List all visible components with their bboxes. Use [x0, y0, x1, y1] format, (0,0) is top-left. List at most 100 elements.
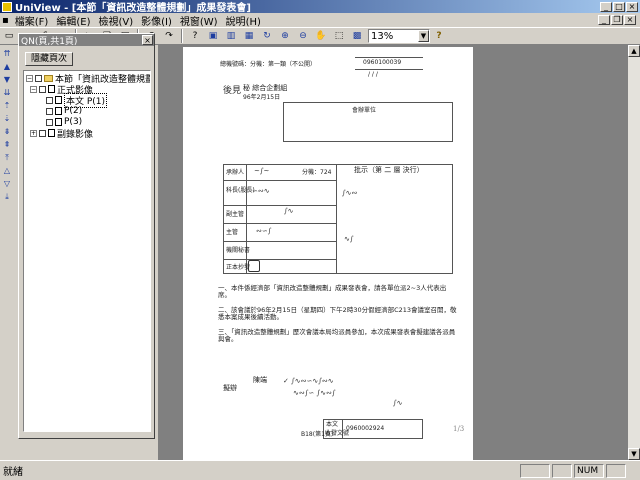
menu-item-file[interactable]: 檔案(F) [11, 13, 53, 28]
checkbox[interactable] [39, 85, 46, 93]
status-pane [552, 463, 572, 478]
doc-first-icon[interactable]: ⤒ [2, 152, 12, 163]
checkbox[interactable] [46, 96, 53, 104]
nav-next-icon[interactable]: ▼ [2, 74, 12, 85]
expand-icon[interactable]: ⇟ [2, 126, 12, 137]
scroll-up-icon[interactable]: ▲ [628, 45, 640, 57]
fit-width-icon[interactable]: ▥ [223, 29, 239, 44]
hand-icon[interactable]: ✋ [313, 29, 329, 44]
panel-close-icon[interactable]: × [142, 35, 153, 45]
zoom-out-icon[interactable]: ⊖ [295, 29, 311, 44]
menu-item-view[interactable]: 檢視(V) [94, 13, 137, 28]
menu-item-doc-icon[interactable]: ▪ [0, 15, 11, 26]
help-icon[interactable]: ? [431, 29, 447, 44]
title-bar: UniView - [本節「資訊改造整體規劃」成果發表會] _ □ × [0, 0, 640, 14]
row-label: 承辦人 [226, 169, 245, 176]
collapse-icon[interactable]: − [26, 74, 33, 82]
menu-item-window[interactable]: 視窗(W) [176, 13, 222, 28]
checkbox[interactable] [35, 74, 42, 82]
open-icon[interactable]: ▭ [1, 29, 17, 44]
nav-up-icon[interactable]: ⇡ [2, 100, 12, 111]
chevron-down-icon[interactable]: ▼ [418, 30, 429, 42]
folder-icon [44, 74, 53, 82]
app-icon [2, 1, 12, 12]
handwritten-signature: ∽∾∿ [252, 187, 270, 195]
zoom-value: 13% [371, 30, 394, 42]
menu-item-image[interactable]: 影像(I) [137, 13, 176, 28]
menu-item-help[interactable]: 說明(H) [222, 13, 265, 28]
doc-next-icon[interactable]: ▽ [2, 178, 12, 189]
document-icon [55, 96, 62, 104]
countersign-label: 會辦單位 [352, 107, 377, 114]
footer-doc-number: 0960002924 [346, 425, 385, 432]
row-label: 科長(股長) [226, 187, 255, 194]
tree-node-root[interactable]: − 本節「資訊改造整體規劃」成果 [26, 73, 150, 85]
handwritten-signature: ∫∿∾ [342, 189, 358, 197]
document-icon [48, 85, 55, 93]
doc-minimize-button[interactable]: _ [598, 15, 610, 25]
checkbox[interactable] [46, 118, 53, 126]
handwritten-note: ✓ ∫∿∾∽∿∫∾∿ [283, 377, 334, 385]
doc-date-line: 96年2月15日 [243, 94, 281, 101]
doc-item-3: 三、「資訊改造整體規劃」歷次會議本局均派員參加，本次成果發表會擬建議各派員與會。 [218, 328, 456, 343]
collapse-icon[interactable]: ⇞ [2, 139, 12, 150]
nav-first-icon[interactable]: ⇈ [2, 48, 12, 59]
tree-node-page-3[interactable]: P(3) [46, 117, 82, 127]
doc-prev-icon[interactable]: △ [2, 165, 12, 176]
num-lock-indicator: NUM [574, 463, 604, 478]
page-list-panel: QN(頁,共1頁) × 隱藏頁次 − 本節「資訊改造整體規劃」成果 − 正式影像… [18, 33, 155, 439]
actual-size-icon[interactable]: ▦ [241, 29, 257, 44]
row-label: 主管 [226, 229, 239, 236]
footer-box-label: 本文 [326, 421, 339, 428]
panel-title-bar: QN(頁,共1頁) × [19, 34, 154, 47]
tree-node-page-2[interactable]: P(2) [46, 106, 82, 116]
maximize-button[interactable]: □ [613, 1, 625, 12]
countersign-box: 會辦單位 [283, 102, 453, 142]
doc-number: 0960100039 [363, 59, 402, 66]
close-button[interactable]: × [626, 1, 638, 12]
expand-icon[interactable]: + [30, 129, 37, 137]
status-pane [520, 463, 550, 478]
doc-last-icon[interactable]: ⤓ [2, 191, 12, 202]
doc-restore-button[interactable]: ❐ [611, 15, 623, 25]
footer-label: 擬辦 [223, 384, 237, 392]
nav-down-icon[interactable]: ⇣ [2, 113, 12, 124]
scroll-down-icon[interactable]: ▼ [628, 448, 640, 460]
redo-icon[interactable]: ↷ [161, 29, 177, 44]
menu-item-edit[interactable]: 編輯(E) [52, 13, 94, 28]
tree-node-label: 副錄影像 [57, 129, 94, 140]
fit-page-icon[interactable]: ▣ [205, 29, 221, 44]
row-label: 機關秘書 [226, 247, 251, 254]
doc-header-box-top [355, 57, 423, 58]
doc-close-button[interactable]: × [624, 15, 636, 25]
footer-sign: 陳端 [253, 376, 267, 384]
checkbox[interactable] [46, 107, 53, 115]
hide-pages-button[interactable]: 隱藏頁次 [25, 52, 73, 66]
tree-node-attachment[interactable]: + 副錄影像 [30, 128, 94, 140]
nav-last-icon[interactable]: ⇊ [2, 87, 12, 98]
fit-icon[interactable]: ▩ [349, 29, 365, 44]
document-icon [48, 129, 55, 137]
status-bar: 就緒 NUM [0, 460, 640, 480]
menu-bar: ▪ 檔案(F) 編輯(E) 檢視(V) 影像(I) 視窗(W) 說明(H) _ … [0, 13, 640, 28]
handwritten-name: 後見 [223, 86, 242, 96]
seal-stamp [248, 260, 260, 272]
vertical-scrollbar[interactable]: ▲ ▼ [628, 45, 640, 460]
minimize-button[interactable]: _ [600, 1, 612, 12]
doc-item-2: 二、該會議於96年2月15日（星期四）下午2時30分假經濟部C213會議室召開，… [218, 306, 457, 321]
handwritten-signature: ∫∿ [393, 399, 403, 407]
info-icon[interactable]: ? [187, 29, 203, 44]
zoom-select[interactable]: 13% ▼ [368, 29, 430, 43]
document-page[interactable]: 總機號碼：分機：第一類（不公開） 0960100039 / / / 後見 秘 綜… [183, 47, 473, 460]
nav-prev-icon[interactable]: ▲ [2, 61, 12, 72]
table-divider [336, 165, 337, 273]
checkbox[interactable] [39, 129, 46, 137]
table-divider [246, 165, 247, 273]
tree-node-page-1[interactable]: 本文 P(1) [46, 92, 108, 108]
rotate-icon[interactable]: ↻ [259, 29, 275, 44]
zoom-in-icon[interactable]: ⊕ [277, 29, 293, 44]
page-number: 1/3 [453, 425, 465, 433]
collapse-icon[interactable]: − [30, 85, 37, 93]
handwritten-note: ∿∾∫∽ ∫∿∾∫ [293, 389, 336, 397]
select-icon[interactable]: ⬚ [331, 29, 347, 44]
